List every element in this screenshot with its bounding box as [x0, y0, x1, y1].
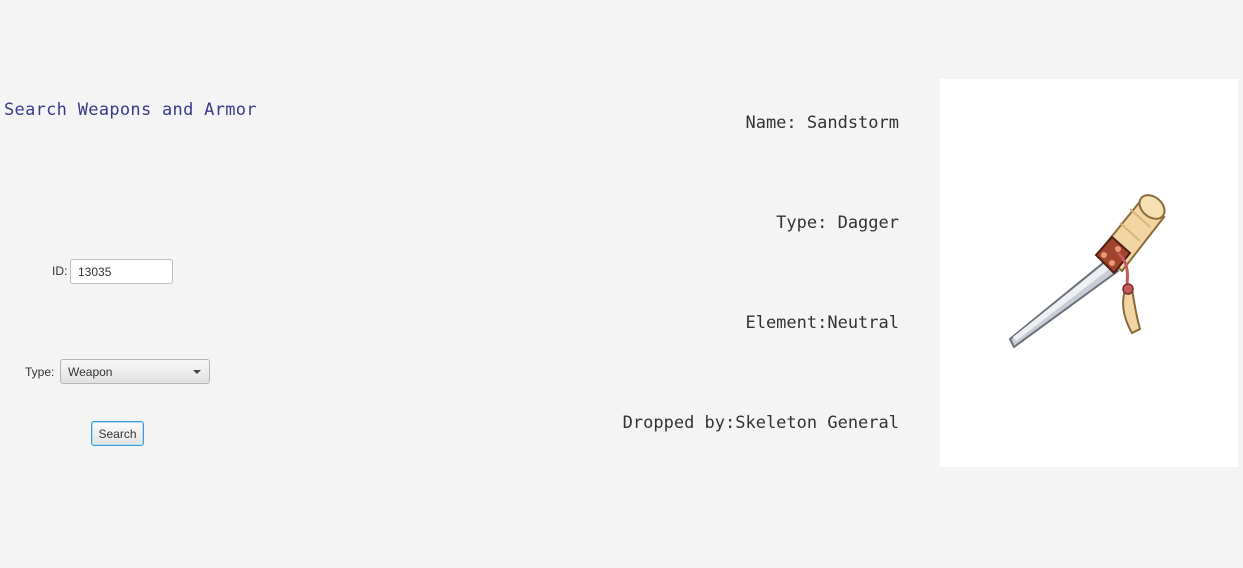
id-label: ID: — [52, 264, 68, 278]
item-image-panel — [940, 79, 1238, 467]
item-type: Type: Dagger — [776, 213, 899, 233]
type-select[interactable]: Weapon — [60, 359, 210, 384]
search-button[interactable]: Search — [91, 421, 144, 446]
type-label: Type: — [25, 365, 55, 379]
chevron-down-icon — [193, 370, 201, 374]
id-input[interactable] — [70, 259, 173, 284]
type-select-value: Weapon — [68, 365, 113, 379]
item-name: Name: Sandstorm — [745, 113, 899, 133]
item-dropped-by: Dropped by:Skeleton General — [622, 413, 899, 433]
item-element: Element:Neutral — [745, 313, 899, 333]
dagger-icon — [1008, 194, 1166, 349]
search-title: Search Weapons and Armor — [4, 100, 257, 120]
